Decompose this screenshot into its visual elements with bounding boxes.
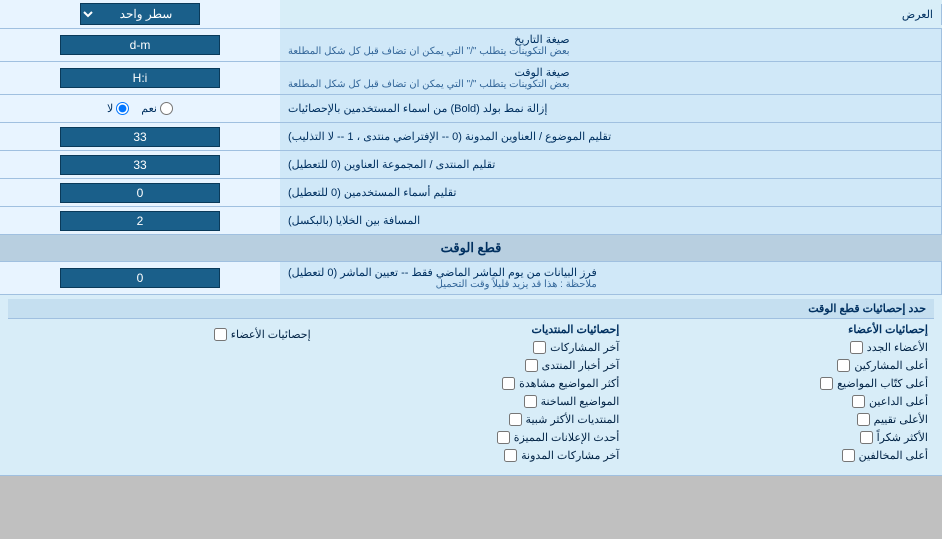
checkbox-item: أعلى كتّاب المواضيع xyxy=(631,377,928,390)
most-thanks-checkbox[interactable] xyxy=(860,431,873,444)
display-select[interactable]: سطر واحد سطرين ثلاثة أسطر xyxy=(80,3,200,25)
bold-remove-radio-wrapper: نعم لا xyxy=(0,95,280,122)
bold-yes-radio[interactable] xyxy=(160,102,173,115)
statistics-grid: إحصائيات الأعضاء الأعضاء الجدد أعلى المش… xyxy=(8,319,934,471)
top-writers-checkbox[interactable] xyxy=(820,377,833,390)
topic-titles-row: تقليم الموضوع / العناوين المدونة (0 -- ا… xyxy=(0,123,942,151)
statistics-section: حدد إحصائيات قطع الوقت إحصائيات الأعضاء … xyxy=(0,295,942,476)
most-viewed-checkbox[interactable] xyxy=(502,377,515,390)
top-donors-checkbox[interactable] xyxy=(852,395,865,408)
col3-title: إحصائيات الأعضاء xyxy=(631,323,928,336)
stats-col2: إحصائيات المنتديات آخر المشاركات آخر أخب… xyxy=(317,319,626,471)
forum-titles-input-wrapper xyxy=(0,151,280,178)
bold-remove-label: إزالة نمط بولد (Bold) من اسماء المستخدمي… xyxy=(280,95,942,122)
time-cutoff-label: فرز البيانات من يوم الماشر الماضي فقط --… xyxy=(280,262,942,294)
date-format-input[interactable] xyxy=(60,35,220,55)
checkbox-item: الأعلى تقييم xyxy=(631,413,928,426)
bold-yes-label[interactable]: نعم xyxy=(141,102,173,115)
display-label: العرض xyxy=(280,4,942,25)
bold-remove-row: إزالة نمط بولد (Bold) من اسماء المستخدمي… xyxy=(0,95,942,123)
forum-titles-row: تقليم المنتدى / المجموعة العناوين (0 للت… xyxy=(0,151,942,179)
checkbox-item: المنتديات الأكثر شبية xyxy=(323,413,620,426)
main-container: العرض سطر واحد سطرين ثلاثة أسطر صيغة الت… xyxy=(0,0,942,476)
display-select-wrapper: سطر واحد سطرين ثلاثة أسطر xyxy=(0,0,280,28)
checkbox-item: أحدث الإعلانات المميزة xyxy=(323,431,620,444)
checkbox-item: المواضيع الساخنة xyxy=(323,395,620,408)
last-shares-checkbox[interactable] xyxy=(533,341,546,354)
bold-no-radio[interactable] xyxy=(116,102,129,115)
time-cutoff-header: قطع الوقت xyxy=(0,235,942,262)
user-names-row: تقليم أسماء المستخدمين (0 للتعطيل) xyxy=(0,179,942,207)
date-format-row: صيغة التاريخ بعض التكوينات يتطلب "/" الت… xyxy=(0,29,942,62)
forum-titles-label: تقليم المنتدى / المجموعة العناوين (0 للت… xyxy=(280,151,942,178)
checkbox-item: إحصائيات الأعضاء xyxy=(14,328,311,341)
last-forum-news-checkbox[interactable] xyxy=(525,359,538,372)
checkbox-item: أعلى المخالفين xyxy=(631,449,928,462)
topic-titles-input-wrapper xyxy=(0,123,280,150)
time-cutoff-row: فرز البيانات من يوم الماشر الماضي فقط --… xyxy=(0,262,942,295)
last-blog-posts-checkbox[interactable] xyxy=(504,449,517,462)
checkbox-item: آخر المشاركات xyxy=(323,341,620,354)
col2-title: إحصائيات المنتديات xyxy=(323,323,620,336)
time-format-input-wrapper xyxy=(0,62,280,94)
user-names-label: تقليم أسماء المستخدمين (0 للتعطيل) xyxy=(280,179,942,206)
top-rated-checkbox[interactable] xyxy=(857,413,870,426)
stats-col3: إحصائيات الأعضاء الأعضاء الجدد أعلى المش… xyxy=(625,319,934,471)
top-violators-checkbox[interactable] xyxy=(842,449,855,462)
topic-titles-label: تقليم الموضوع / العناوين المدونة (0 -- ا… xyxy=(280,123,942,150)
forum-titles-input[interactable] xyxy=(60,155,220,175)
date-format-label: صيغة التاريخ بعض التكوينات يتطلب "/" الت… xyxy=(280,29,942,61)
time-format-row: صيغة الوقت بعض التكوينات يتطلب "/" التي … xyxy=(0,62,942,95)
cell-spacing-label: المسافة بين الخلايا (بالبكسل) xyxy=(280,207,942,234)
stats-col1: إحصائيات الأعضاء xyxy=(8,319,317,471)
checkbox-item: آخر أخبار المنتدى xyxy=(323,359,620,372)
checkbox-item: الأكثر شكراً xyxy=(631,431,928,444)
most-similar-forums-checkbox[interactable] xyxy=(509,413,522,426)
time-cutoff-input-wrapper xyxy=(0,262,280,294)
member-stats-checkbox[interactable] xyxy=(214,328,227,341)
new-members-checkbox[interactable] xyxy=(850,341,863,354)
statistics-title: حدد إحصائيات قطع الوقت xyxy=(8,299,934,319)
checkbox-item: آخر مشاركات المدونة xyxy=(323,449,620,462)
last-ads-checkbox[interactable] xyxy=(497,431,510,444)
cell-spacing-row: المسافة بين الخلايا (بالبكسل) xyxy=(0,207,942,235)
user-names-input[interactable] xyxy=(60,183,220,203)
bold-no-label[interactable]: لا xyxy=(107,102,129,115)
top-posters-checkbox[interactable] xyxy=(837,359,850,372)
date-format-input-wrapper xyxy=(0,29,280,61)
time-cutoff-input[interactable] xyxy=(60,268,220,288)
bold-radio-group: نعم لا xyxy=(107,102,173,115)
checkbox-item: أعلى الداعين xyxy=(631,395,928,408)
hot-topics-checkbox[interactable] xyxy=(524,395,537,408)
checkbox-item: الأعضاء الجدد xyxy=(631,341,928,354)
user-names-input-wrapper xyxy=(0,179,280,206)
checkbox-item: أكثر المواضيع مشاهدة xyxy=(323,377,620,390)
time-format-label: صيغة الوقت بعض التكوينات يتطلب "/" التي … xyxy=(280,62,942,94)
cell-spacing-input-wrapper xyxy=(0,207,280,234)
time-format-input[interactable] xyxy=(60,68,220,88)
checkbox-item: أعلى المشاركين xyxy=(631,359,928,372)
cell-spacing-input[interactable] xyxy=(60,211,220,231)
topic-titles-input[interactable] xyxy=(60,127,220,147)
display-row: العرض سطر واحد سطرين ثلاثة أسطر xyxy=(0,0,942,29)
